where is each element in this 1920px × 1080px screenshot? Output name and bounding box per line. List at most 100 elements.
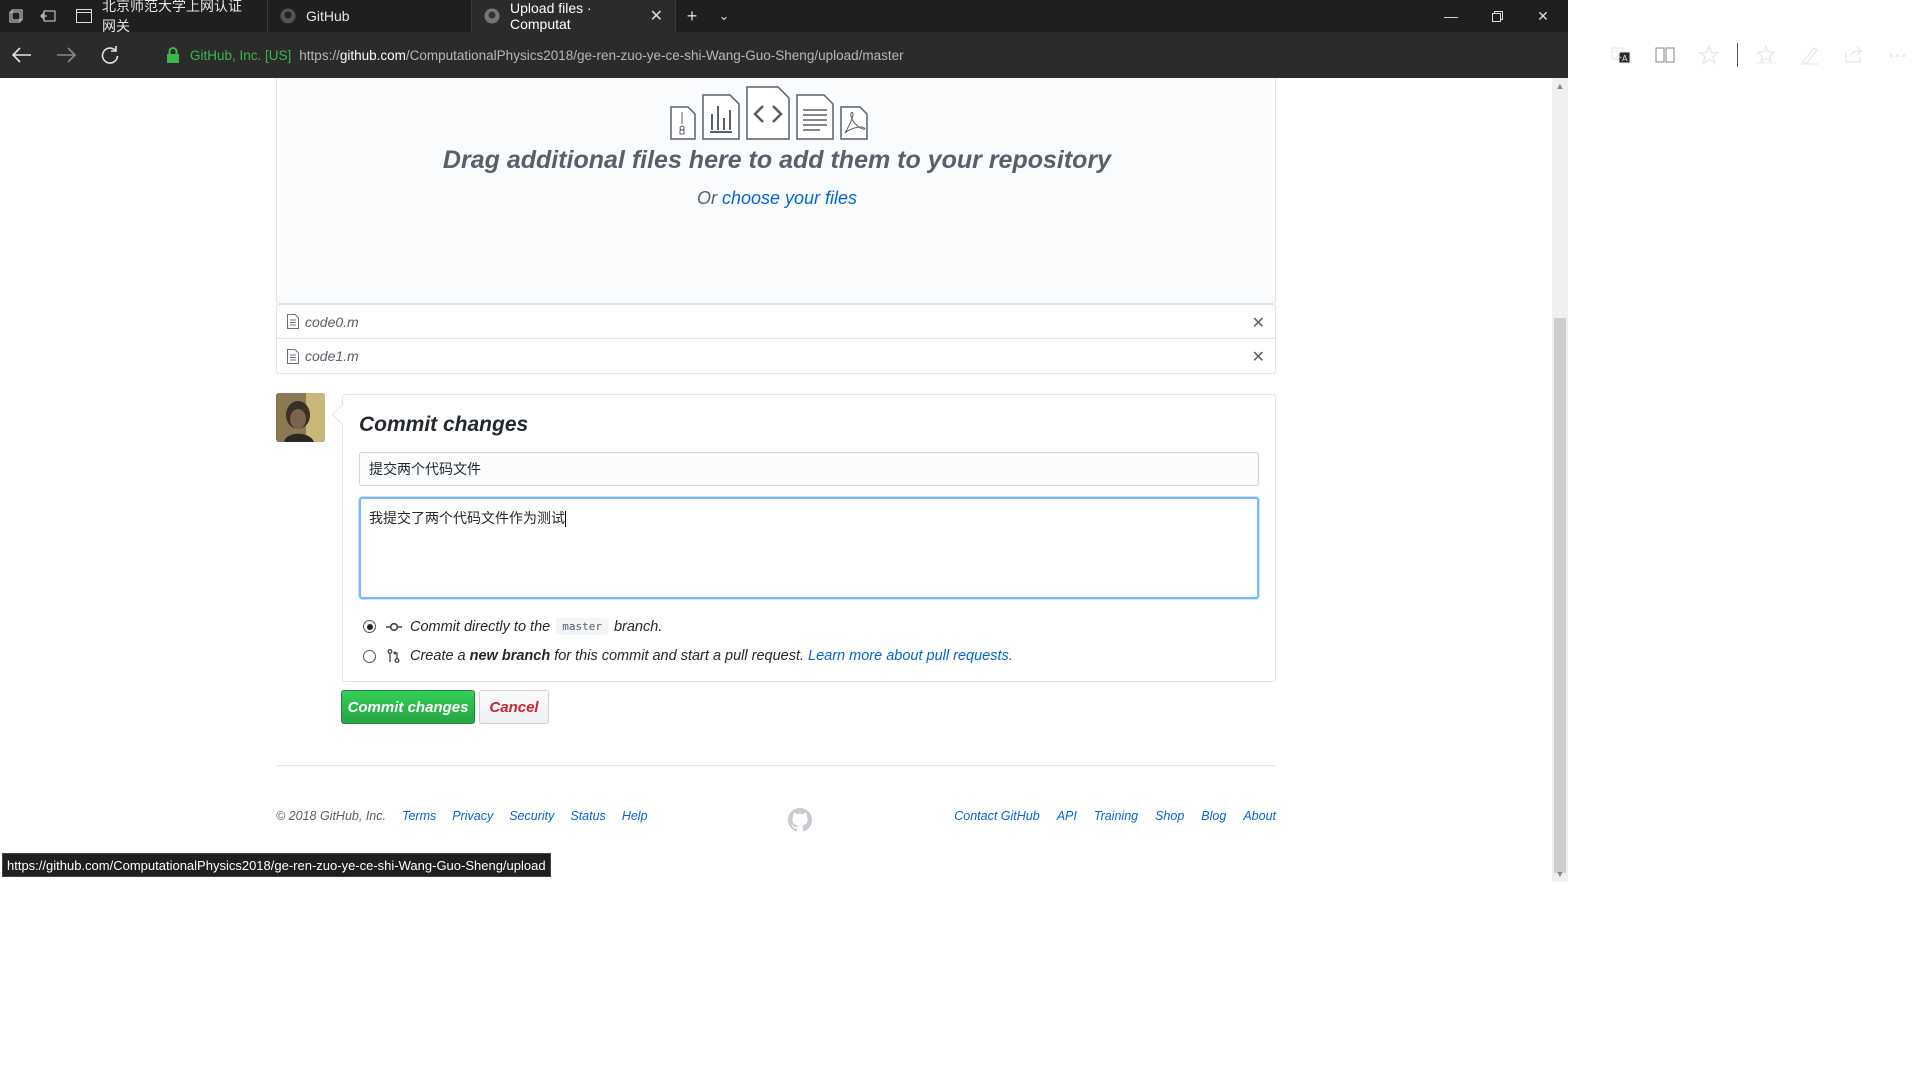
svg-text:文: 文	[1614, 49, 1622, 59]
toolbar-divider	[1737, 43, 1738, 67]
footer-link-training[interactable]: Training	[1094, 809, 1138, 823]
browser-tab-bar: 北京师范大学上网认证网关 GitHub Upload files · Compu…	[0, 0, 1568, 34]
scroll-up-icon[interactable]: ▲	[1552, 78, 1568, 94]
lock-icon	[167, 47, 179, 63]
file-name: code0.m	[305, 313, 359, 330]
web-note-pen-icon[interactable]	[1788, 32, 1832, 78]
list-item: code1.m ✕	[277, 339, 1275, 373]
chevron-down-icon[interactable]: ⌄	[708, 0, 740, 32]
browser-toolbar: 文A ⋯	[1599, 32, 1920, 78]
footer-link-api[interactable]: API	[1057, 809, 1077, 823]
radio-commit-direct[interactable]	[363, 620, 376, 633]
footer-link-shop[interactable]: Shop	[1155, 809, 1184, 823]
drop-zone-title: Drag additional files here to add them t…	[442, 146, 1112, 174]
scroll-down-icon[interactable]: ▼	[1552, 866, 1568, 882]
address-bar: GitHub, Inc. [US] https://github.com/Com…	[0, 32, 1568, 78]
git-pull-request-icon	[387, 649, 400, 663]
tab-title: 北京师范大学上网认证网关	[102, 0, 242, 34]
tab-github[interactable]: GitHub	[268, 0, 472, 32]
forward-arrow-icon[interactable]	[44, 32, 88, 78]
reading-view-icon[interactable]	[1643, 32, 1687, 78]
svg-text:A: A	[1622, 54, 1628, 63]
remove-file-icon[interactable]: ✕	[1252, 347, 1265, 367]
more-menu-icon[interactable]: ⋯	[1876, 32, 1920, 78]
footer-link-terms[interactable]: Terms	[402, 809, 436, 823]
footer-left: © 2018 GitHub, Inc. Terms Privacy Securi…	[276, 809, 664, 823]
option2-bold: new branch	[469, 648, 551, 664]
uploaded-file-list: code0.m ✕ code1.m ✕	[276, 304, 1276, 374]
page-content: Drag additional files here to add them t…	[0, 78, 1552, 882]
text-caret	[565, 511, 566, 528]
url-host: github.com	[339, 47, 406, 63]
footer-link-privacy[interactable]: Privacy	[452, 809, 493, 823]
chart-file-icon	[702, 94, 740, 140]
file-type-icons	[670, 86, 868, 140]
tab-title: Upload files · Computat	[510, 0, 592, 32]
file-icon	[287, 314, 299, 329]
tab-title: GitHub	[306, 8, 350, 24]
github-logo-icon[interactable]	[788, 808, 812, 832]
footer-link-contact[interactable]: Contact GitHub	[954, 809, 1039, 823]
description-text: 我提交了两个代码文件作为测试	[369, 510, 565, 526]
commit-changes-button[interactable]: Commit changes	[341, 690, 475, 724]
url-field[interactable]: GitHub, Inc. [US] https://github.com/Com…	[152, 32, 904, 78]
site-identity: GitHub, Inc. [US]	[190, 47, 292, 63]
new-tab-icon[interactable]: +	[676, 0, 708, 32]
page-icon	[76, 8, 92, 24]
refresh-icon[interactable]	[88, 32, 132, 78]
drop-zone-subtitle: Or choose your files	[277, 188, 1277, 209]
cancel-button[interactable]: Cancel	[479, 690, 549, 724]
favorite-star-icon[interactable]	[1687, 32, 1731, 78]
footer-link-security[interactable]: Security	[509, 809, 554, 823]
commit-form: Commit changes 提交两个代码文件 我提交了两个代码文件作为测试 C…	[342, 394, 1276, 682]
avatar[interactable]	[276, 393, 325, 442]
commit-direct-option[interactable]: Commit directly to the master branch.	[363, 618, 662, 635]
or-text: Or	[696, 188, 722, 208]
option2-prefix: Create a	[410, 648, 466, 664]
file-name: code1.m	[305, 348, 359, 364]
radio-new-branch[interactable]	[363, 649, 376, 663]
tab-upload-files[interactable]: Upload files · Computat ✕	[472, 0, 676, 32]
learn-more-pull-requests-link[interactable]: Learn more about pull requests.	[808, 648, 1013, 664]
file-drop-zone[interactable]: Drag additional files here to add them t…	[276, 78, 1276, 304]
github-favicon-icon	[484, 8, 500, 24]
translate-icon[interactable]: 文A	[1599, 32, 1643, 78]
new-branch-option[interactable]: Create a new branch for this commit and …	[363, 648, 1013, 664]
text-file-icon	[796, 94, 834, 140]
github-favicon-icon	[280, 8, 296, 24]
footer-link-help[interactable]: Help	[622, 809, 648, 823]
commit-description-textarea[interactable]: 我提交了两个代码文件作为测试	[359, 497, 1259, 599]
footer-divider	[276, 765, 1276, 766]
tab-bnu-gateway[interactable]: 北京师范大学上网认证网关	[64, 0, 268, 34]
close-tab-icon[interactable]: ✕	[650, 6, 663, 26]
option2-suffix: for this commit and start a pull request…	[554, 648, 805, 664]
branch-name: master	[556, 618, 608, 635]
favorites-hub-icon[interactable]	[1744, 32, 1788, 78]
footer-link-about[interactable]: About	[1243, 809, 1276, 823]
list-item: code0.m ✕	[277, 305, 1275, 339]
tab-preview-icon[interactable]	[0, 0, 32, 32]
option1-prefix: Commit directly to the	[410, 618, 551, 635]
footer-link-status[interactable]: Status	[570, 809, 605, 823]
page-scrollbar[interactable]: ▲ ▼	[1552, 78, 1568, 882]
url-path: /ComputationalPhysics2018/ge-ren-zuo-ye-…	[405, 47, 904, 63]
pdf-file-icon	[840, 106, 868, 140]
footer-copyright: © 2018 GitHub, Inc.	[276, 809, 386, 823]
scrollbar-thumb[interactable]	[1554, 318, 1566, 873]
remove-file-icon[interactable]: ✕	[1252, 313, 1265, 333]
link-status-bar: https://github.com/ComputationalPhysics2…	[2, 853, 551, 877]
file-icon	[287, 348, 299, 364]
url-prefix: https://	[299, 47, 340, 63]
footer-right: Contact GitHub API Training Shop Blog Ab…	[937, 809, 1276, 823]
set-aside-tabs-icon[interactable]	[32, 0, 64, 32]
commit-summary-input[interactable]: 提交两个代码文件	[359, 452, 1259, 486]
share-icon[interactable]	[1832, 32, 1876, 78]
restore-icon[interactable]	[1474, 0, 1520, 32]
minimize-icon[interactable]: —	[1428, 0, 1474, 32]
footer-link-blog[interactable]: Blog	[1201, 809, 1226, 823]
back-arrow-icon[interactable]	[0, 32, 44, 78]
zip-file-icon	[670, 106, 696, 140]
git-commit-icon	[386, 622, 402, 631]
choose-files-link[interactable]: choose your files	[722, 188, 857, 208]
close-window-icon[interactable]: ✕	[1520, 0, 1566, 32]
